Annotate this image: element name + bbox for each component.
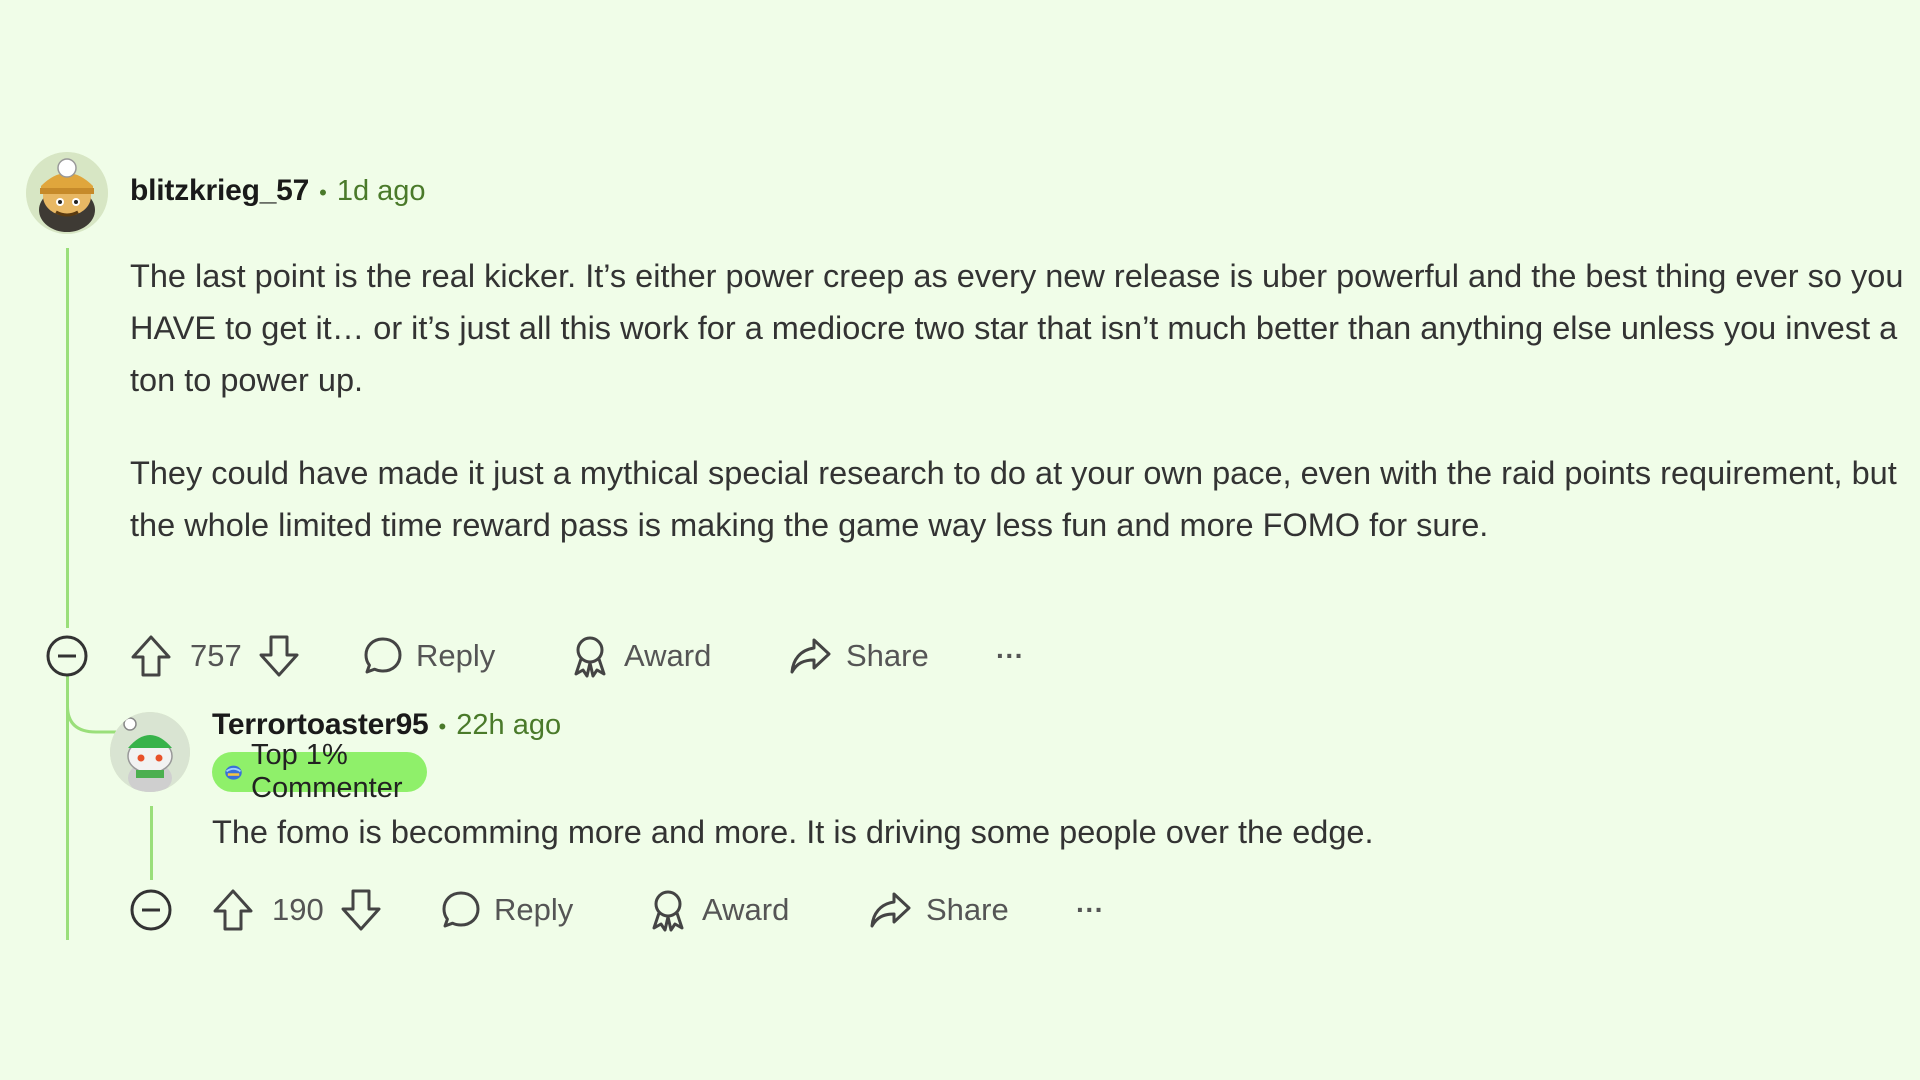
thread-line-main xyxy=(66,248,69,628)
share-button[interactable]: Share xyxy=(788,630,929,682)
vote-count: 190 xyxy=(272,892,324,927)
username[interactable]: blitzkrieg_57 xyxy=(130,174,309,208)
reply-icon xyxy=(442,891,480,928)
upvote-icon[interactable] xyxy=(212,887,254,933)
avatar-image xyxy=(110,712,190,792)
award-button[interactable]: Award xyxy=(648,884,789,936)
share-button[interactable]: Share xyxy=(868,884,1009,936)
vote-count: 757 xyxy=(190,638,242,673)
reply-label: Reply xyxy=(494,892,574,927)
comment-body: The last point is the real kicker. It’s … xyxy=(130,250,1910,551)
vote-controls: 190 xyxy=(212,884,382,936)
separator-dot: • xyxy=(319,180,327,205)
share-icon xyxy=(790,638,831,674)
collapse-icon xyxy=(46,635,88,677)
award-label: Award xyxy=(702,892,790,927)
downvote-icon[interactable] xyxy=(340,887,382,933)
share-icon xyxy=(870,892,911,928)
separator-dot: • xyxy=(438,714,447,739)
comment-paragraph: The fomo is becomming more and more. It … xyxy=(212,814,1374,850)
award-button[interactable]: Award xyxy=(570,630,711,682)
more-options-button[interactable]: ··· xyxy=(1076,884,1104,936)
user-flair: Top 1% Commenter xyxy=(212,739,428,804)
avatar[interactable] xyxy=(110,712,190,792)
award-icon xyxy=(574,636,606,678)
avatar-image xyxy=(26,152,108,234)
flair-label: Top 1% Commenter xyxy=(251,739,403,804)
share-label: Share xyxy=(846,638,929,673)
timestamp[interactable]: 22h ago xyxy=(456,709,561,742)
thread-line-reply xyxy=(150,806,153,880)
downvote-icon[interactable] xyxy=(258,633,300,679)
vote-controls: 757 xyxy=(130,630,300,682)
username[interactable]: Terrortoaster95 xyxy=(212,708,429,742)
comment-body: The fomo is becomming more and more. It … xyxy=(212,806,1902,858)
flair-badge-icon xyxy=(225,765,242,780)
comment-paragraph: The last point is the real kicker. It’s … xyxy=(130,258,1904,398)
more-icon: ··· xyxy=(1076,894,1104,925)
collapse-button[interactable] xyxy=(45,634,89,678)
upvote-icon[interactable] xyxy=(130,633,172,679)
award-label: Award xyxy=(624,638,712,673)
avatar[interactable] xyxy=(26,152,108,234)
reply-label: Reply xyxy=(416,638,496,673)
reply-button[interactable]: Reply xyxy=(440,884,573,936)
more-icon: ··· xyxy=(996,640,1024,671)
collapse-icon xyxy=(130,889,172,931)
award-icon xyxy=(652,890,684,932)
timestamp[interactable]: 1d ago xyxy=(337,175,426,208)
comment-paragraph: They could have made it just a mythical … xyxy=(130,455,1897,543)
reply-button[interactable]: Reply xyxy=(362,630,495,682)
reply-icon xyxy=(364,637,402,674)
reply-connector xyxy=(66,676,116,734)
collapse-button[interactable] xyxy=(129,888,173,932)
share-label: Share xyxy=(926,892,1009,927)
more-options-button[interactable]: ··· xyxy=(996,630,1024,682)
